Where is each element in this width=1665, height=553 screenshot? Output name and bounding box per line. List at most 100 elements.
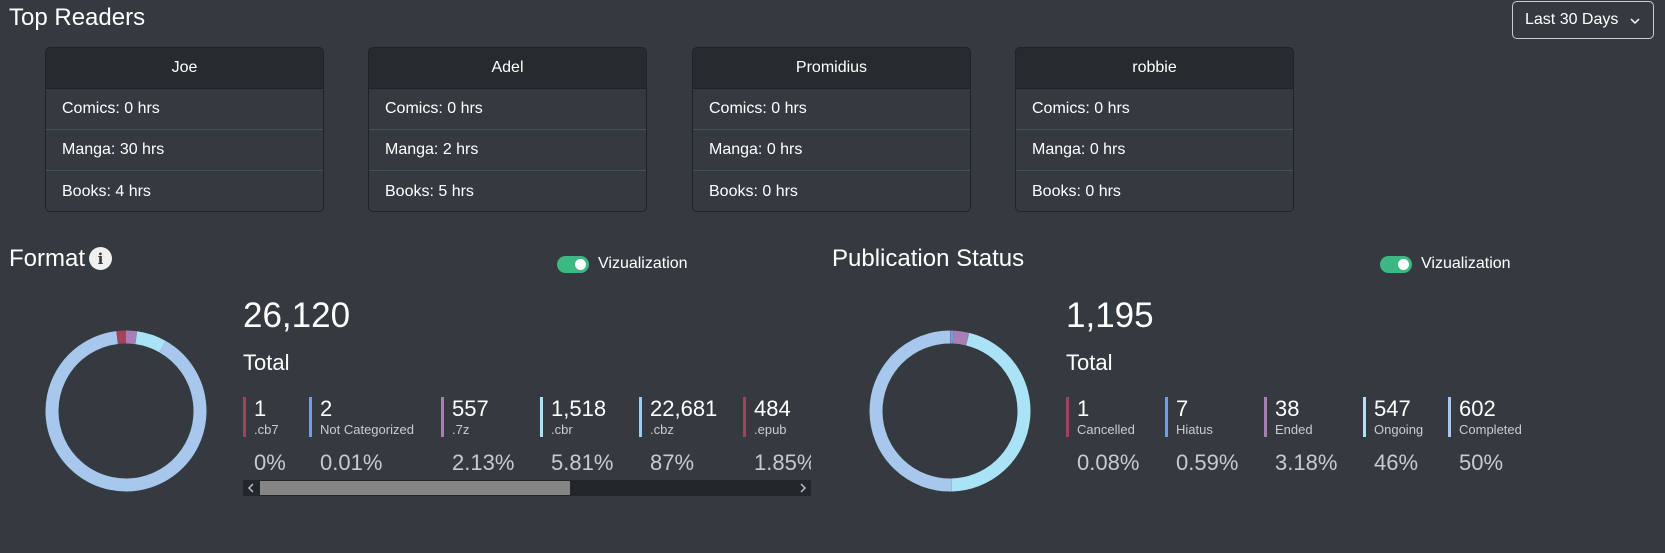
legend-item: 602 Completed	[1448, 397, 1522, 437]
reader-manga-hours: Manga: 30 hrs	[46, 130, 323, 171]
reader-manga-hours: Manga: 0 hrs	[693, 130, 970, 171]
legend-item: 1 Cancelled	[1066, 397, 1135, 437]
reader-name: Promidius	[693, 48, 970, 89]
scroll-right-icon[interactable]	[795, 480, 811, 496]
legend-name: Ended	[1275, 422, 1313, 437]
reader-card: Adel Comics: 0 hrs Manga: 2 hrs Books: 5…	[368, 47, 647, 212]
legend-name: .epub	[754, 422, 787, 437]
reader-comics-hours: Comics: 0 hrs	[693, 89, 970, 130]
legend-percent: 1.85%	[754, 450, 811, 475]
legend-name: Cancelled	[1077, 422, 1135, 437]
reader-name: Joe	[46, 48, 323, 89]
donut-slice-cbr	[135, 331, 166, 353]
time-range-value: Last 30 Days	[1525, 11, 1619, 28]
legend-percent: 3.18%	[1275, 450, 1338, 475]
reader-comics-hours: Comics: 0 hrs	[369, 89, 646, 130]
donut-slice-7z	[125, 330, 138, 345]
legend-item: 547 Ongoing	[1363, 397, 1423, 437]
toggle-switch[interactable]	[1380, 255, 1412, 273]
donut-slice-epub	[116, 330, 127, 344]
legend-value: 7	[1176, 397, 1189, 421]
reader-manga-hours: Manga: 2 hrs	[369, 130, 646, 171]
legend-name: .7z	[452, 422, 470, 437]
legend-value: 1	[254, 397, 267, 421]
toggle-label: Vizualization	[1421, 255, 1511, 272]
legend-name: Completed	[1459, 422, 1522, 437]
legend-item: 2 Not Categorized	[309, 397, 414, 437]
legend-item: 7 Hiatus	[1165, 397, 1213, 437]
legend-name: .cb7	[254, 422, 279, 437]
legend-value: 602	[1459, 397, 1496, 421]
publication-legend: 1 Cancelled 7 Hiatus 38 Ended 547 Ongoin…	[1066, 397, 1566, 437]
legend-item: 38 Ended	[1264, 397, 1313, 437]
format-total-value: 26,120	[243, 296, 351, 335]
format-legend-scrollbar[interactable]	[243, 480, 811, 496]
reader-comics-hours: Comics: 0 hrs	[46, 89, 323, 130]
format-donut-chart	[45, 330, 207, 492]
legend-value: 2	[320, 397, 333, 421]
legend-percent: 0.01%	[320, 450, 383, 475]
reader-books-hours: Books: 4 hrs	[62, 182, 151, 200]
legend-value: 1,518	[551, 397, 607, 421]
time-range-dropdown[interactable]: Last 30 Days	[1512, 1, 1654, 39]
reader-books-hours: Books: 0 hrs	[1032, 182, 1121, 200]
legend-item: 1,518 .cbr	[540, 397, 606, 437]
legend-name: Hiatus	[1176, 422, 1213, 437]
legend-item: 1 .cb7	[243, 397, 279, 437]
reader-books-hours: Books: 5 hrs	[385, 182, 474, 200]
reader-books-hours: Books: 0 hrs	[709, 182, 798, 200]
legend-value: 484	[754, 397, 791, 421]
donut-slice-ongoing	[951, 332, 1031, 492]
publication-donut-chart	[869, 330, 1031, 492]
legend-percent: 0.59%	[1176, 450, 1239, 475]
legend-value: 1	[1077, 397, 1090, 421]
reader-name: robbie	[1016, 48, 1293, 89]
format-percent-row: 0% 0.01% 2.13% 5.81% 87% 1.85%	[243, 450, 811, 476]
top-readers-title: Top Readers	[9, 4, 146, 31]
legend-name: Not Categorized	[320, 422, 414, 437]
toggle-switch[interactable]	[557, 255, 589, 273]
reader-card: Joe Comics: 0 hrs Manga: 30 hrs Books: 4…	[45, 47, 324, 212]
legend-percent: 87%	[650, 450, 695, 475]
donut-slice-ended	[952, 330, 970, 346]
toggle-knob	[1398, 258, 1409, 270]
reader-name: Adel	[369, 48, 646, 89]
publication-percent-row: 0.08% 0.59% 3.18% 46% 50%	[1066, 450, 1566, 476]
legend-value: 547	[1374, 397, 1411, 421]
toggle-knob	[575, 258, 586, 270]
legend-name: Ongoing	[1374, 422, 1424, 437]
scrollbar-thumb[interactable]	[260, 481, 570, 495]
legend-item: 484 .epub	[743, 397, 791, 437]
chevron-down-icon	[1629, 14, 1641, 32]
publication-total-label: Total	[1066, 350, 1113, 375]
reader-card: robbie Comics: 0 hrs Manga: 0 hrs Books:…	[1015, 47, 1294, 212]
format-legend: 1 .cb7 2 Not Categorized 557 .7z 1,518 .…	[243, 397, 811, 437]
format-visualization-toggle[interactable]: Vizualization	[557, 255, 688, 273]
legend-percent: 50%	[1459, 450, 1504, 475]
legend-item: 22,681 .cbz	[639, 397, 717, 437]
info-icon[interactable]: i	[89, 247, 112, 270]
reader-comics-hours: Comics: 0 hrs	[1016, 89, 1293, 130]
legend-value: 22,681	[650, 397, 718, 421]
legend-percent: 5.81%	[551, 450, 614, 475]
legend-percent: 0.08%	[1077, 450, 1140, 475]
reader-manga-hours: Manga: 0 hrs	[1016, 130, 1293, 171]
publication-total-value: 1,195	[1066, 296, 1154, 335]
donut-slice-cbz	[45, 331, 207, 492]
format-title: Format	[9, 245, 86, 272]
legend-percent: 46%	[1374, 450, 1419, 475]
publication-status-title: Publication Status	[832, 245, 1025, 272]
publication-visualization-toggle[interactable]: Vizualization	[1380, 255, 1511, 273]
legend-item: 557 .7z	[441, 397, 489, 437]
reader-card: Promidius Comics: 0 hrs Manga: 0 hrs Boo…	[692, 47, 971, 212]
legend-percent: 0%	[254, 450, 286, 475]
legend-value: 557	[452, 397, 489, 421]
scroll-left-icon[interactable]	[243, 480, 259, 496]
legend-name: .cbr	[551, 422, 573, 437]
toggle-label: Vizualization	[598, 255, 688, 272]
donut-slice-completed	[869, 330, 952, 492]
legend-name: .cbz	[650, 422, 674, 437]
legend-value: 38	[1275, 397, 1300, 421]
format-total-label: Total	[243, 350, 290, 375]
legend-percent: 2.13%	[452, 450, 515, 475]
